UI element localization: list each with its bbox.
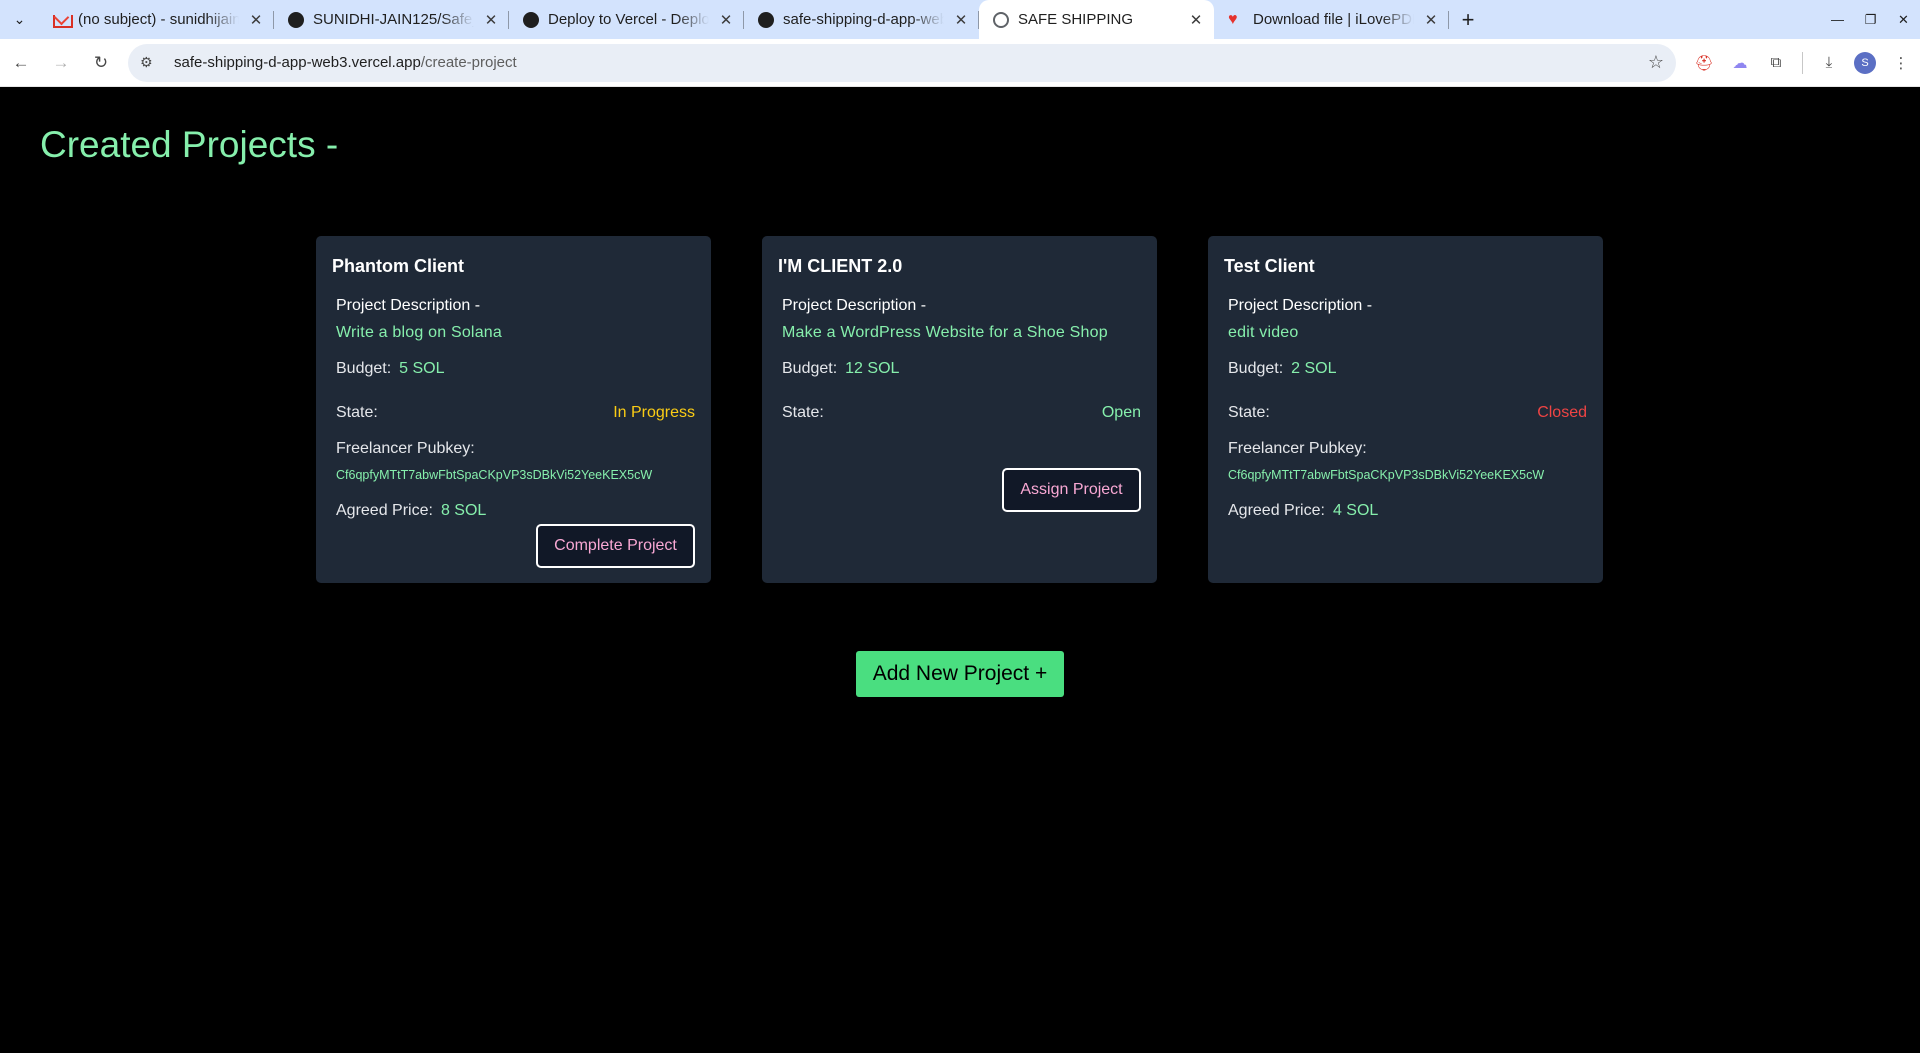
freelancer-pubkey-label: Freelancer Pubkey: <box>336 440 475 457</box>
url-path: /create-project <box>420 54 517 71</box>
freelancer-pubkey-label: Freelancer Pubkey: <box>1228 440 1367 457</box>
tab-title: Download file | iLovePDF <box>1253 11 1414 28</box>
budget-label: Budget: <box>782 360 838 377</box>
tab-title: safe-shipping-d-app-web <box>783 11 944 28</box>
toolbar-divider <box>1802 51 1803 74</box>
close-icon[interactable]: ✕ <box>953 11 969 29</box>
budget-label: Budget: <box>336 360 392 377</box>
phantom-wallet-icon[interactable]: ☁ <box>1724 47 1756 79</box>
browser-tab[interactable]: ♥ Download file | iLovePDF ✕ <box>1214 0 1449 39</box>
agreed-price-value: 8 SOL <box>440 502 487 519</box>
add-new-project-button[interactable]: Add New Project + <box>856 651 1064 697</box>
puzzle-extensions-icon[interactable]: ⧉ <box>1760 47 1792 79</box>
address-bar[interactable]: ⚙ safe-shipping-d-app-web3.vercel.app/cr… <box>128 43 1676 82</box>
page-title: Created Projects - <box>40 124 339 165</box>
window-controls: — ❐ ✕ <box>1821 0 1920 39</box>
project-card: Phantom Client Project Description - Wri… <box>316 236 711 583</box>
extensions-area: ⛑ ☁ ⧉ ⤓ S ⋮ <box>1688 47 1917 79</box>
forward-icon[interactable]: → <box>42 44 80 82</box>
budget-value: 2 SOL <box>1291 360 1337 377</box>
tab-title: (no subject) - sunidhijain <box>78 11 239 28</box>
client-name: Test Client <box>1224 256 1315 276</box>
back-icon[interactable]: ← <box>2 44 40 82</box>
agreed-price-label: Agreed Price: <box>1228 502 1325 519</box>
freelancer-pubkey: Cf6qpfyMTtT7abwFbtSpaCKpVP3sDBkVi52YeeKE… <box>336 468 653 482</box>
state-value: Closed <box>1537 404 1587 421</box>
browser-tab[interactable]: safe-shipping-d-app-web ✕ <box>744 0 979 39</box>
tab-separator <box>1448 11 1449 29</box>
browser-tab[interactable]: Deploy to Vercel - Deplo ✕ <box>509 0 744 39</box>
url-text: safe-shipping-d-app-web3.vercel.app/crea… <box>174 54 1648 71</box>
minimize-icon[interactable]: — <box>1821 0 1854 39</box>
budget-row: Budget: 5 SOL <box>336 360 445 378</box>
site-settings-icon[interactable]: ⚙ <box>140 54 162 71</box>
restore-icon[interactable]: ❐ <box>1854 0 1887 39</box>
tab-title: SAFE SHIPPING <box>1018 11 1134 28</box>
state-row: State: Closed <box>1228 404 1587 422</box>
browser-tab-active[interactable]: SAFE SHIPPING ✕ <box>979 0 1214 39</box>
tab-search-chevron-icon[interactable]: ⌄ <box>0 0 39 39</box>
budget-value: 5 SOL <box>399 360 445 377</box>
client-name: Phantom Client <box>332 256 465 276</box>
gmail-icon <box>53 12 73 28</box>
state-row: State: Open <box>782 404 1141 422</box>
browser-toolbar: ← → ↻ ⚙ safe-shipping-d-app-web3.vercel.… <box>0 39 1920 87</box>
browser-tab[interactable]: (no subject) - sunidhijain ✕ <box>39 0 274 39</box>
project-description: Write a blog on Solana <box>336 324 502 341</box>
browser-tab[interactable]: SUNIDHI-JAIN125/Safe_ ✕ <box>274 0 509 39</box>
nextjs-icon <box>523 11 539 28</box>
avatar: S <box>1854 51 1876 74</box>
vercel-icon <box>758 11 774 28</box>
project-card: Test Client Project Description - edit v… <box>1208 236 1603 583</box>
budget-label: Budget: <box>1228 360 1284 377</box>
freelancer-pubkey: Cf6qpfyMTtT7abwFbtSpaCKpVP3sDBkVi52YeeKE… <box>1228 468 1545 482</box>
state-value: Open <box>1101 404 1141 421</box>
state-label: State: <box>1228 404 1270 421</box>
reload-icon[interactable]: ↻ <box>82 44 120 82</box>
description-label: Project Description - <box>1228 297 1373 314</box>
tab-strip: ⌄ (no subject) - sunidhijain ✕ SUNIDHI-J… <box>0 0 1920 39</box>
close-window-icon[interactable]: ✕ <box>1887 0 1920 39</box>
description-label: Project Description - <box>782 297 927 314</box>
close-icon[interactable]: ✕ <box>248 11 264 29</box>
agreed-price-row: Agreed Price: 4 SOL <box>1228 502 1378 520</box>
new-tab-button[interactable]: + <box>1449 0 1487 39</box>
close-icon[interactable]: ✕ <box>1423 11 1439 29</box>
globe-icon <box>993 11 1009 28</box>
state-row: State: In Progress <box>336 404 695 422</box>
project-description: edit video <box>1228 324 1299 341</box>
download-icon[interactable]: ⤓ <box>1813 47 1845 79</box>
extension-icon[interactable]: ⛑ <box>1688 47 1720 79</box>
assign-project-button[interactable]: Assign Project <box>1002 468 1141 512</box>
state-label: State: <box>336 404 378 421</box>
budget-value: 12 SOL <box>845 360 900 377</box>
bookmark-star-icon[interactable]: ☆ <box>1648 52 1664 73</box>
profile-button[interactable]: S <box>1849 47 1881 79</box>
budget-row: Budget: 12 SOL <box>782 360 899 378</box>
client-name: I'M CLIENT 2.0 <box>778 256 903 276</box>
menu-kebab-icon[interactable]: ⋮ <box>1885 47 1917 79</box>
page-content: Created Projects - Phantom Client Projec… <box>0 88 1920 1053</box>
tab-title: SUNIDHI-JAIN125/Safe_ <box>313 11 474 28</box>
description-label: Project Description - <box>336 297 481 314</box>
ilovepdf-icon: ♥ <box>1228 10 1238 28</box>
url-host: safe-shipping-d-app-web3.vercel.app <box>174 54 421 71</box>
agreed-price-value: 4 SOL <box>1332 502 1379 519</box>
close-icon[interactable]: ✕ <box>718 11 734 29</box>
state-value: In Progress <box>613 404 695 421</box>
tab-title: Deploy to Vercel - Deplo <box>548 11 709 28</box>
close-icon[interactable]: ✕ <box>483 11 499 29</box>
github-icon <box>288 11 304 28</box>
state-label: State: <box>782 404 824 421</box>
project-cards: Phantom Client Project Description - Wri… <box>316 236 1603 583</box>
close-icon[interactable]: ✕ <box>1188 11 1204 29</box>
budget-row: Budget: 2 SOL <box>1228 360 1337 378</box>
project-description: Make a WordPress Website for a Shoe Shop <box>782 324 1108 341</box>
project-card: I'M CLIENT 2.0 Project Description - Mak… <box>762 236 1157 583</box>
agreed-price-label: Agreed Price: <box>336 502 433 519</box>
agreed-price-row: Agreed Price: 8 SOL <box>336 502 486 520</box>
complete-project-button[interactable]: Complete Project <box>536 524 695 568</box>
